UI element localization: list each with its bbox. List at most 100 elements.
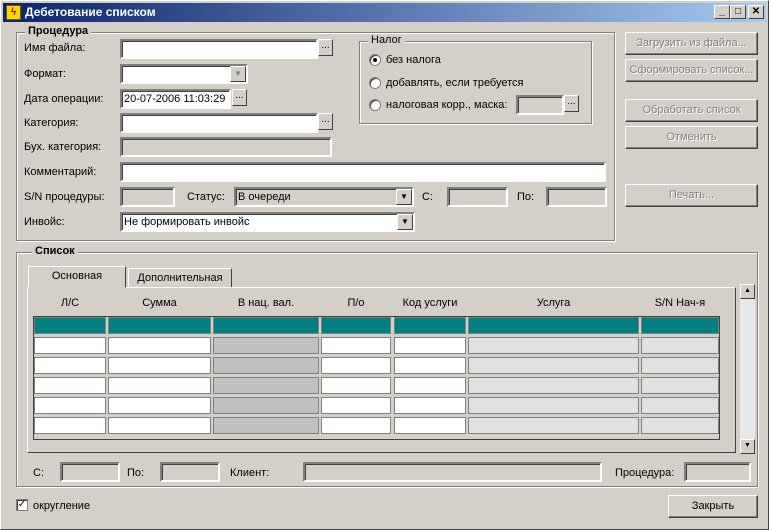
chevron-down-icon: ▼: [230, 66, 246, 82]
minimize-button[interactable]: _: [714, 5, 730, 19]
list-scrollbar[interactable]: [740, 284, 755, 454]
grid-selected-cell[interactable]: [641, 317, 719, 334]
grid-cell[interactable]: [641, 397, 719, 414]
col-header-amount[interactable]: Сумма: [108, 297, 211, 309]
invoice-value: Не формировать инвойс: [124, 216, 250, 228]
grid-cell[interactable]: [108, 357, 211, 374]
tax-corr-label: налоговая корр., маска:: [386, 99, 508, 111]
window-title: Дебетование списком: [25, 5, 156, 19]
grid-cell[interactable]: [34, 397, 106, 414]
grid-selected-cell[interactable]: [468, 317, 639, 334]
format-select[interactable]: ▼: [120, 64, 248, 84]
tab-additional[interactable]: Дополнительная: [128, 268, 232, 287]
sn-field: [120, 187, 175, 207]
filename-field[interactable]: [120, 39, 318, 59]
grid-cell[interactable]: [34, 357, 106, 374]
tax-group-title: Налог: [368, 34, 405, 46]
to-field: [546, 187, 607, 207]
date-picker-button[interactable]: ...: [232, 89, 247, 106]
grid-selected-cell[interactable]: [321, 317, 391, 334]
invoice-label: Инвойс:: [24, 216, 65, 228]
load-from-file-button[interactable]: Загрузить из файла...: [625, 32, 758, 55]
grid-cell[interactable]: [641, 377, 719, 394]
grid-cell[interactable]: [34, 377, 106, 394]
date-field[interactable]: 20-07-2006 11:03:29: [120, 89, 231, 109]
grid-selected-cell[interactable]: [34, 317, 106, 334]
grid-cell[interactable]: [641, 417, 719, 434]
grid-cell[interactable]: [394, 397, 466, 414]
col-header-account[interactable]: Л/С: [34, 297, 106, 309]
col-header-po[interactable]: П/о: [321, 297, 391, 309]
filename-browse-button[interactable]: ...: [318, 39, 333, 56]
grid-cell[interactable]: [468, 337, 639, 354]
grid-selected-cell[interactable]: [394, 317, 466, 334]
grid-cell[interactable]: [213, 357, 319, 374]
close-window-button[interactable]: ✕: [748, 5, 764, 19]
from-field: [447, 187, 508, 207]
col-header-service[interactable]: Услуга: [468, 297, 639, 309]
grid-selected-cell[interactable]: [108, 317, 211, 334]
grid-cell[interactable]: [213, 397, 319, 414]
grid-cell[interactable]: [108, 417, 211, 434]
tax-add-label: добавлять, если требуется: [386, 77, 524, 89]
maximize-button[interactable]: □: [730, 5, 746, 19]
grid-cell[interactable]: [468, 417, 639, 434]
grid-cell[interactable]: [394, 337, 466, 354]
title-bar: ϟ Дебетование списком: [3, 3, 766, 22]
tax-none-radio[interactable]: [369, 54, 381, 66]
invoice-select[interactable]: Не формировать инвойс ▼: [120, 212, 415, 232]
cancel-button[interactable]: Отменить: [625, 126, 758, 149]
rounding-checkbox[interactable]: ✓: [16, 499, 28, 511]
col-header-sn-charge[interactable]: S/N Нач-я: [641, 297, 719, 309]
grid-cell[interactable]: [213, 417, 319, 434]
comment-field[interactable]: [120, 162, 606, 182]
tax-corr-radio[interactable]: [369, 99, 381, 111]
tab-main[interactable]: Основная: [28, 266, 126, 288]
grid-cell[interactable]: [394, 417, 466, 434]
col-header-national-currency[interactable]: В нац. вал.: [213, 297, 319, 309]
grid-cell[interactable]: [394, 357, 466, 374]
list-from-label: С:: [33, 467, 44, 479]
grid-cell[interactable]: [321, 417, 391, 434]
category-browse-button[interactable]: ...: [318, 113, 333, 130]
scroll-up-button[interactable]: ▲: [740, 284, 755, 299]
status-select: В очереди ▼: [234, 187, 414, 207]
grid-cell[interactable]: [108, 397, 211, 414]
form-list-button[interactable]: Сформировать список...: [625, 59, 758, 82]
grid-cell[interactable]: [321, 357, 391, 374]
grid-cell[interactable]: [468, 397, 639, 414]
grid-cell[interactable]: [213, 377, 319, 394]
to-label: По:: [517, 191, 535, 203]
process-list-button[interactable]: Обработать список: [625, 99, 758, 122]
category-field[interactable]: [120, 113, 318, 133]
grid-cell[interactable]: [641, 337, 719, 354]
grid-cell[interactable]: [321, 397, 391, 414]
close-button[interactable]: Закрыть: [668, 495, 758, 518]
comment-label: Комментарий:: [24, 166, 97, 178]
grid-cell[interactable]: [468, 357, 639, 374]
grid-selected-cell[interactable]: [213, 317, 319, 334]
grid-cell[interactable]: [321, 337, 391, 354]
grid-cell[interactable]: [108, 337, 211, 354]
grid-cell[interactable]: [641, 357, 719, 374]
col-header-service-code[interactable]: Код услуги: [394, 297, 466, 309]
print-button[interactable]: Печать...: [625, 184, 758, 207]
grid-cell[interactable]: [394, 377, 466, 394]
radio-selected-dot: [373, 58, 377, 62]
tax-add-radio[interactable]: [369, 77, 381, 89]
list-procedure-field: [684, 462, 751, 482]
grid-cell[interactable]: [321, 377, 391, 394]
grid-cell[interactable]: [108, 377, 211, 394]
scroll-down-button[interactable]: ▼: [740, 439, 755, 454]
sn-label: S/N процедуры:: [24, 191, 105, 203]
list-from-field: [60, 462, 120, 482]
date-label: Дата операции:: [24, 93, 104, 105]
grid-cell[interactable]: [468, 377, 639, 394]
tax-mask-browse-button[interactable]: ...: [564, 95, 579, 112]
grid-cell[interactable]: [34, 337, 106, 354]
grid-cell[interactable]: [34, 417, 106, 434]
tax-none-label: без налога: [386, 54, 441, 66]
grid-cell[interactable]: [213, 337, 319, 354]
status-value: В очереди: [238, 191, 291, 203]
tax-mask-field: [516, 95, 564, 115]
